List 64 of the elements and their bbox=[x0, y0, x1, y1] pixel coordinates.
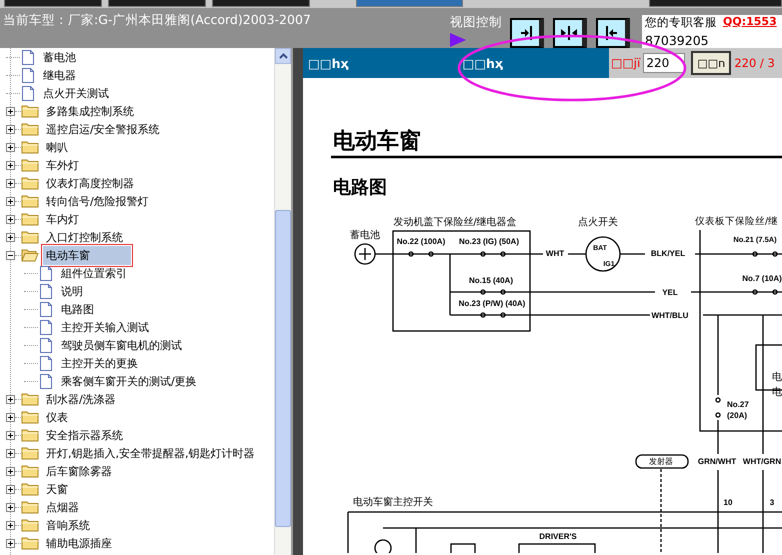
diagram-label: (20A) bbox=[727, 411, 748, 420]
tree-item[interactable]: 继电器 bbox=[40, 66, 79, 84]
tree-item[interactable]: 天窗 bbox=[43, 480, 71, 498]
tree-item[interactable]: 电动车窗 bbox=[43, 246, 131, 264]
diagram-label: No.15 (40A) bbox=[469, 276, 513, 285]
go-button[interactable]: □□ח bbox=[691, 51, 732, 75]
tree-item[interactable]: 辅助电源插座 bbox=[43, 534, 115, 552]
diagram-label: No.23 (IG) (50A) bbox=[459, 237, 519, 246]
tree-item[interactable]: 刮水器/洗涤器 bbox=[43, 390, 119, 408]
tree-item[interactable]: 遥控启运/安全警报系统 bbox=[43, 120, 163, 138]
page-count: 220 / 3 bbox=[734, 56, 775, 70]
tree-item[interactable]: 主控开关的更换 bbox=[58, 354, 141, 372]
tree-item[interactable]: 点烟器 bbox=[43, 498, 82, 516]
diagram-label: YEL bbox=[662, 288, 678, 297]
tree-item[interactable]: 转向信号/危险报警灯 bbox=[43, 192, 152, 210]
diagram-label: 仪表板下保险丝/继 bbox=[695, 216, 778, 227]
tree-item[interactable]: 音响系统 bbox=[43, 516, 93, 534]
tree-item[interactable]: 多路集成控制系统 bbox=[43, 102, 137, 120]
tree-item[interactable]: 电路图 bbox=[58, 300, 97, 318]
diagram-label: 点火开关 bbox=[578, 217, 618, 228]
qq-link[interactable]: QQ:1553 bbox=[723, 15, 777, 30]
diagram-label: No.22 (100A) bbox=[396, 237, 446, 246]
diagram-label: 发动机盖下保险丝/继电器盒 bbox=[393, 217, 517, 228]
document-title: 电动车窗 bbox=[333, 129, 421, 154]
tree-item[interactable]: 主控开关输入测试 bbox=[58, 318, 152, 336]
tree-item[interactable]: 后车窗除雾器 bbox=[43, 462, 115, 480]
diagram-label: 发射器 bbox=[649, 457, 673, 466]
tree-item[interactable]: 驾驶员侧车窗电机的测试 bbox=[58, 336, 185, 354]
diagram-label: WHT/BLU bbox=[652, 311, 688, 320]
tree-item[interactable]: 开灯,钥匙插入,安全带提醒器,钥匙灯计时器 bbox=[43, 444, 258, 462]
diagram-label: 蓄电池 bbox=[350, 230, 380, 241]
tree-item[interactable]: 说明 bbox=[58, 282, 86, 300]
diagram-label: WHT bbox=[546, 249, 564, 258]
page-label: □□jï bbox=[610, 56, 640, 70]
tree-item[interactable]: 仪表灯高度控制器 bbox=[43, 174, 137, 192]
page-input[interactable]: 220 bbox=[643, 53, 686, 73]
section-heading: 电路图 bbox=[333, 177, 387, 198]
diagram-label: 电动车窗主控开关 bbox=[353, 497, 433, 508]
tree-item[interactable]: 安全指示器系统 bbox=[43, 426, 126, 444]
tree-item[interactable]: 车外灯 bbox=[43, 156, 82, 174]
diagram-label: GRN/WHT bbox=[698, 457, 736, 466]
diagram-label: No.7 (10A) bbox=[742, 274, 782, 283]
header-label: □□hҳ bbox=[462, 56, 504, 70]
car-model-text: 当前车型：厂家:G-广州本田雅阁(Accord)2003-2007 bbox=[2, 11, 312, 29]
tree-item[interactable]: 喇叭 bbox=[43, 138, 71, 156]
service-label: 您的专职客服 bbox=[645, 15, 717, 30]
diagram-label: No.23 (P/W) (40A) bbox=[458, 299, 526, 308]
tree-item[interactable]: 蓄电池 bbox=[40, 48, 79, 66]
tree-item[interactable]: 车内灯 bbox=[43, 210, 82, 228]
diagram-label: DRIVER'S bbox=[539, 532, 577, 541]
tree-item[interactable]: 点火开关测试 bbox=[40, 84, 112, 102]
diagram-label: 10 bbox=[724, 498, 732, 507]
tree-item[interactable]: 入口灯控制系统 bbox=[43, 228, 126, 246]
phone-number: 87039205 bbox=[645, 33, 709, 48]
diagram-label: WHT/GRN bbox=[742, 457, 782, 466]
tree-item[interactable]: 仪表 bbox=[43, 408, 71, 426]
diagram-label: No.27 bbox=[727, 400, 749, 409]
diagram-label: BLK/YEL bbox=[650, 249, 686, 258]
view-control-label: 视图控制 bbox=[450, 14, 503, 31]
tree-item[interactable]: 組件位置索引 bbox=[58, 264, 130, 282]
header-label: □□hҳ bbox=[308, 56, 350, 70]
diagram-label: 3 bbox=[770, 498, 774, 507]
diagram-label: 电 bbox=[772, 372, 782, 383]
tree-item[interactable]: 乘客侧车窗开关的测试/更换 bbox=[58, 372, 200, 390]
